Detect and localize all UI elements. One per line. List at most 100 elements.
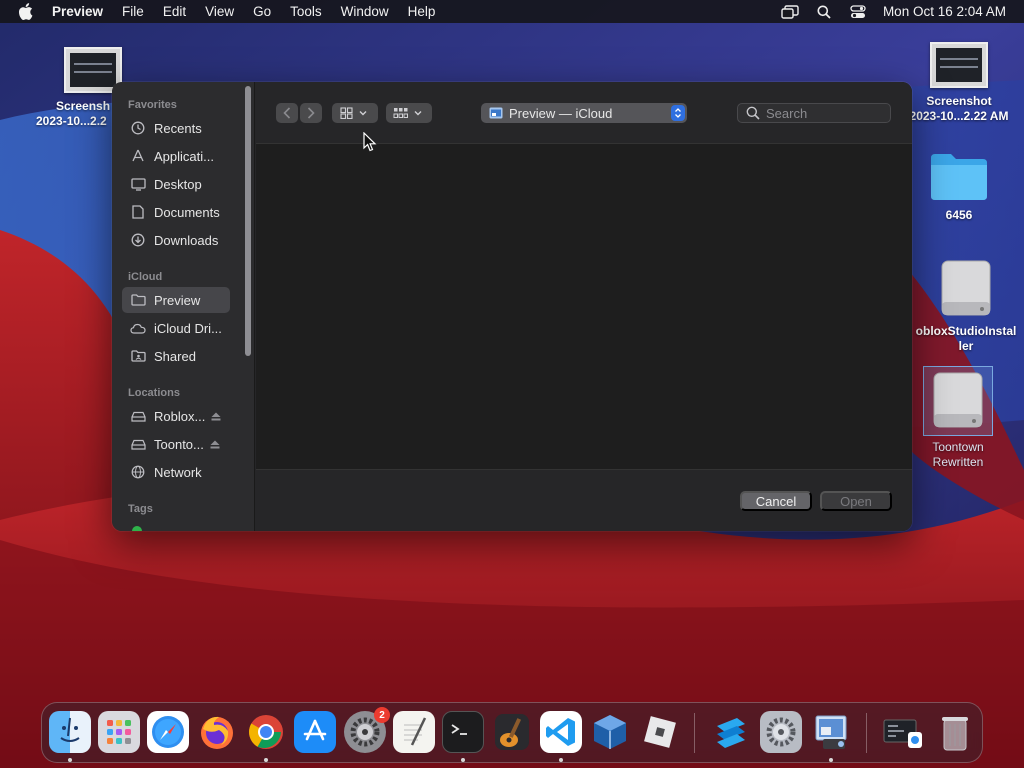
sidebar-item-network[interactable]: Network xyxy=(122,459,230,485)
desktop-icon-toontown[interactable]: Toontown Rewritten xyxy=(922,366,994,470)
dock-trash-icon[interactable] xyxy=(934,711,976,753)
cloud-icon xyxy=(130,320,146,336)
group-by-button[interactable] xyxy=(386,103,432,123)
chevron-left-icon xyxy=(283,107,291,119)
desktop-icon-roblox-installer[interactable]: obloxStudioInstal ler xyxy=(908,258,1024,354)
drive-icon xyxy=(130,436,146,452)
dock-separator xyxy=(694,713,695,753)
notification-badge: 2 xyxy=(374,707,390,723)
cancel-button[interactable]: Cancel xyxy=(740,491,812,511)
running-indicator xyxy=(68,758,72,762)
dock-firefox-icon[interactable] xyxy=(196,711,238,753)
dock-system-preferences-icon[interactable]: 2 xyxy=(344,707,390,753)
sidebar-item-label: Desktop xyxy=(154,176,202,192)
icon-grid-view-icon xyxy=(340,107,367,119)
dock-app-store-icon[interactable] xyxy=(294,711,336,753)
dock-chrome-icon[interactable] xyxy=(245,711,287,753)
sidebar-item-roblox-volume[interactable]: Roblox... xyxy=(122,403,230,429)
sidebar-item-label: Preview xyxy=(154,292,201,308)
sidebar-item-applications[interactable]: Applicati... xyxy=(122,143,230,169)
dock-terminal-icon[interactable] xyxy=(442,711,484,753)
sidebar-item-preview[interactable]: Preview xyxy=(122,287,230,313)
folder-icon xyxy=(929,150,989,202)
sidebar-item-icloud-drive[interactable]: iCloud Dri... xyxy=(122,315,230,341)
sidebar-item-desktop[interactable]: Desktop xyxy=(122,171,230,197)
sidebar-item-toontown-volume[interactable]: Toonto... xyxy=(122,431,230,457)
sidebar-item-downloads[interactable]: Downloads xyxy=(122,227,230,253)
sidebar-scrollbar[interactable] xyxy=(245,86,251,356)
desktop-icon-label: Screenshot xyxy=(926,94,992,108)
dock-separator xyxy=(866,713,867,753)
dialog-footer: Cancel Open xyxy=(256,469,912,531)
desktop-icon-label-line2: Rewritten xyxy=(932,455,984,469)
sidebar-item-documents[interactable]: Documents xyxy=(122,199,230,225)
dock-roblox-studio-icon[interactable] xyxy=(710,711,752,753)
group-view-icon xyxy=(393,108,422,118)
sidebar-item-shared[interactable]: Shared xyxy=(122,343,230,369)
dialog-toolbar: Preview — iCloud xyxy=(256,82,912,144)
drive-icon xyxy=(130,408,146,424)
dock-preview-icon[interactable] xyxy=(810,711,852,753)
dock-launchpad-icon[interactable] xyxy=(98,711,140,753)
menu-bar: Preview File Edit View Go Tools Window H… xyxy=(0,0,1024,23)
search-icon xyxy=(746,106,760,120)
search-field[interactable] xyxy=(737,103,891,123)
sidebar-item-recents[interactable]: Recents xyxy=(122,115,230,141)
running-indicator xyxy=(559,758,563,762)
dock-safari-icon[interactable] xyxy=(147,711,189,753)
desktop-icon-label: Toontown xyxy=(932,440,984,454)
menu-file[interactable]: File xyxy=(122,4,144,19)
desktop-icon-label-line2: 2023-10...2.22 AM xyxy=(909,109,1009,123)
chevron-updown-icon xyxy=(671,105,685,121)
open-button[interactable]: Open xyxy=(820,491,892,511)
running-indicator xyxy=(461,758,465,762)
dock-finder-icon[interactable] xyxy=(49,711,91,753)
search-input[interactable] xyxy=(766,105,876,121)
menu-tools[interactable]: Tools xyxy=(290,4,322,19)
chevron-right-icon xyxy=(307,107,315,119)
dock: 2 xyxy=(41,702,983,763)
applications-icon xyxy=(130,148,146,164)
desktop-icon-screenshot-2[interactable]: Screenshot 2023-10...2.22 AM xyxy=(904,42,1014,124)
dock-settings-icon[interactable] xyxy=(760,711,802,753)
menu-edit[interactable]: Edit xyxy=(163,4,186,19)
preview-app-icon xyxy=(489,107,503,119)
menu-view[interactable]: View xyxy=(205,4,234,19)
menubar-clock[interactable]: Mon Oct 16 2:04 AM xyxy=(883,4,1006,19)
dock-garageband-icon[interactable] xyxy=(491,711,533,753)
desktop-icon-folder-6456[interactable]: 6456 xyxy=(914,150,1004,223)
app-menu[interactable]: Preview xyxy=(52,4,103,19)
screen-mirroring-icon[interactable] xyxy=(781,3,799,21)
sidebar-section-favorites: Favorites xyxy=(128,99,177,111)
dock-vscode-icon[interactable] xyxy=(540,711,582,753)
dock-virtualbox-icon[interactable] xyxy=(589,711,631,753)
dialog-main: Preview — iCloud Cancel Open xyxy=(256,82,912,531)
globe-icon xyxy=(130,464,146,480)
dock-downloads-stack-icon[interactable] xyxy=(882,711,924,753)
tag-dot-green[interactable] xyxy=(132,526,142,531)
disk-image-icon xyxy=(936,258,996,320)
menu-window[interactable]: Window xyxy=(341,4,389,19)
view-mode-button[interactable] xyxy=(332,103,378,123)
sidebar-section-icloud: iCloud xyxy=(128,271,163,283)
download-icon xyxy=(130,232,146,248)
file-browser-area[interactable] xyxy=(256,144,912,469)
menu-help[interactable]: Help xyxy=(408,4,436,19)
dock-textedit-icon[interactable] xyxy=(393,711,435,753)
dock-roblox-icon[interactable] xyxy=(639,711,681,753)
menu-go[interactable]: Go xyxy=(253,4,271,19)
disk-image-icon xyxy=(923,366,993,436)
search-icon[interactable] xyxy=(815,3,833,21)
control-center-icon[interactable] xyxy=(849,3,867,21)
forward-button[interactable] xyxy=(300,103,322,123)
sidebar-item-label: Shared xyxy=(154,348,196,364)
eject-icon[interactable] xyxy=(211,411,221,421)
eject-icon[interactable] xyxy=(210,439,220,449)
apple-menu-icon[interactable] xyxy=(18,3,36,21)
sidebar-item-label: iCloud Dri... xyxy=(154,320,222,336)
folder-icon xyxy=(130,292,146,308)
dialog-sidebar: Favorites Recents Applicati... Desktop D… xyxy=(112,82,255,531)
location-popup[interactable]: Preview — iCloud xyxy=(481,103,687,123)
sidebar-item-label: Applicati... xyxy=(154,148,214,164)
back-button[interactable] xyxy=(276,103,298,123)
